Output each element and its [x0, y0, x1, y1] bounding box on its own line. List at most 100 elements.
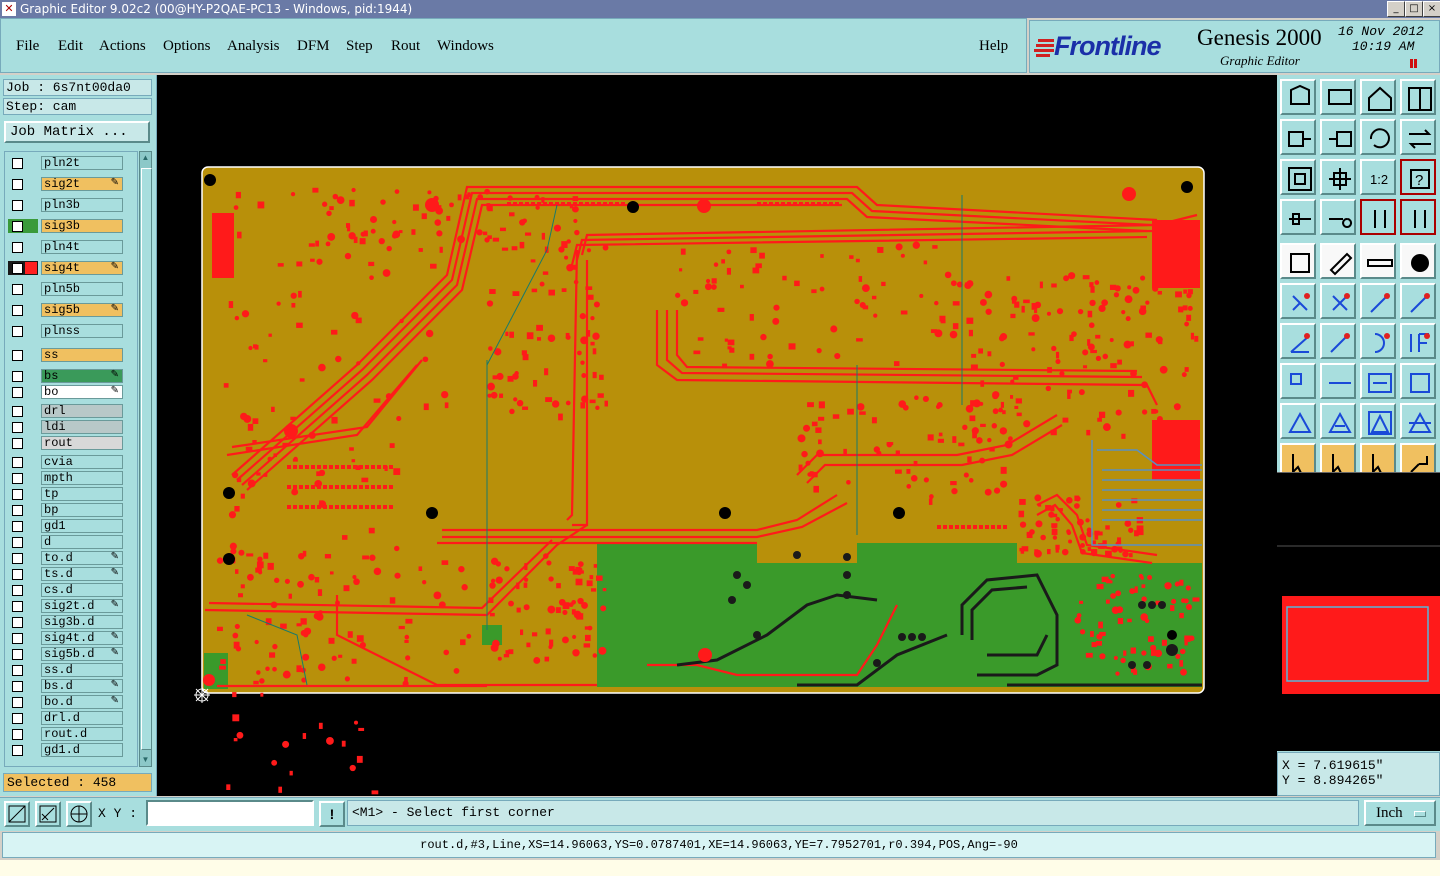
layer-name[interactable]: plnss: [41, 324, 123, 338]
layer-row-rout-d[interactable]: rout.d: [5, 727, 137, 742]
layer-row-sig5b-d[interactable]: sig5b.d ✎: [5, 647, 137, 662]
connect-tool-button[interactable]: [1280, 283, 1316, 319]
overview-minimap[interactable]: [1277, 472, 1440, 751]
layer-name[interactable]: sig5b.d ✎: [41, 647, 123, 661]
layer-visibility-checkbox[interactable]: [12, 713, 23, 724]
layer-row-bs[interactable]: bs ✎: [5, 369, 137, 384]
job-matrix-button[interactable]: Job Matrix ...: [4, 121, 150, 143]
layer-visibility-checkbox[interactable]: [12, 284, 23, 295]
layer-row-sig2t-d[interactable]: sig2t.d ✎: [5, 599, 137, 614]
layer-row-drl[interactable]: drl: [5, 404, 137, 419]
triangle-tool-button[interactable]: [1280, 403, 1316, 439]
scroll-up-icon[interactable]: ▲: [140, 152, 151, 164]
menu-windows[interactable]: Windows: [437, 38, 494, 55]
zoom-home-tool-button[interactable]: [1280, 79, 1316, 115]
text-a-cross-tool-button[interactable]: [1400, 403, 1436, 439]
layer-visibility-checkbox[interactable]: [12, 745, 23, 756]
pcb-board-view[interactable]: [157, 75, 1277, 796]
measure-tool-button[interactable]: [1280, 199, 1316, 235]
layer-row-mpth[interactable]: mpth: [5, 471, 137, 486]
layer-visibility-checkbox[interactable]: [12, 438, 23, 449]
layer-name[interactable]: bo ✎: [41, 385, 123, 399]
layer-row-sig2t[interactable]: sig2t ✎: [5, 177, 137, 192]
pan-right-tool-button[interactable]: [1320, 119, 1356, 155]
layer-visibility-checkbox[interactable]: [12, 406, 23, 417]
layer-row-ts-d[interactable]: ts.d ✎: [5, 567, 137, 582]
menu-help[interactable]: Help: [979, 38, 1008, 55]
layer-visibility-checkbox[interactable]: [12, 617, 23, 628]
maximize-button[interactable]: □: [1405, 1, 1423, 17]
layer-visibility-checkbox[interactable]: [12, 179, 23, 190]
layer-name[interactable]: sig4t.d ✎: [41, 631, 123, 645]
layer-visibility-checkbox[interactable]: [12, 665, 23, 676]
layer-name[interactable]: mpth: [41, 471, 123, 485]
layer-name[interactable]: sig3b: [41, 219, 123, 233]
menu-edit[interactable]: Edit: [58, 38, 83, 55]
units-dropdown[interactable]: Inch: [1364, 800, 1436, 826]
layer-name[interactable]: drl.d: [41, 711, 123, 725]
zoom-window-tool-button[interactable]: [1280, 159, 1316, 195]
layer-name[interactable]: sig5b ✎: [41, 303, 123, 317]
layer-name[interactable]: bo.d ✎: [41, 695, 123, 709]
layer-visibility-checkbox[interactable]: [12, 371, 23, 382]
menu-rout[interactable]: Rout: [391, 38, 420, 55]
split-view-tool-button[interactable]: [1400, 79, 1436, 115]
minimize-button[interactable]: _: [1387, 1, 1405, 17]
layer-name[interactable]: ss: [41, 348, 123, 362]
pad-tool-button[interactable]: [1280, 243, 1316, 279]
scroll-down-icon[interactable]: ▼: [140, 754, 151, 766]
layer-visibility-checkbox[interactable]: [12, 200, 23, 211]
xy-input[interactable]: [146, 800, 314, 826]
layer-row-sig3b-d[interactable]: sig3b.d: [5, 615, 137, 630]
layer-row-bo-d[interactable]: bo.d ✎: [5, 695, 137, 710]
menu-actions[interactable]: Actions: [99, 38, 146, 55]
layer-visibility-checkbox[interactable]: [12, 489, 23, 500]
layer-row-plnss[interactable]: plnss: [5, 324, 137, 339]
snap-tool-button[interactable]: [1320, 199, 1356, 235]
layer-name[interactable]: bs.d ✎: [41, 679, 123, 693]
undo-view-tool-button[interactable]: [1360, 119, 1396, 155]
scale-1-2-tool-button[interactable]: 1:2: [1360, 159, 1396, 195]
diagonal-select-button[interactable]: [35, 801, 61, 827]
layer-visibility-checkbox[interactable]: [12, 263, 23, 274]
layer-name[interactable]: sig4t ✎: [41, 261, 123, 275]
layer-visibility-checkbox[interactable]: [12, 521, 23, 532]
pause-icon[interactable]: [1409, 59, 1418, 68]
group-tool-button[interactable]: [1400, 363, 1436, 399]
layer-down-tool-button[interactable]: [1400, 199, 1436, 235]
layer-name[interactable]: bp: [41, 503, 123, 517]
layer-visibility-checkbox[interactable]: [12, 697, 23, 708]
layer-name[interactable]: pln4t: [41, 240, 123, 254]
layer-visibility-checkbox[interactable]: [12, 553, 23, 564]
menu-dfm[interactable]: DFM: [297, 38, 330, 55]
graphic-canvas[interactable]: [157, 75, 1277, 796]
text-a-frame-tool-button[interactable]: [1360, 403, 1396, 439]
line-tool-button[interactable]: [1320, 243, 1356, 279]
layer-row-cs-d[interactable]: cs.d: [5, 583, 137, 598]
layer-up-tool-button[interactable]: [1360, 199, 1396, 235]
arc-tool-button[interactable]: [1360, 323, 1396, 359]
layer-name[interactable]: ss.d: [41, 663, 123, 677]
menu-file[interactable]: File: [16, 38, 39, 55]
layer-name[interactable]: cvia: [41, 455, 123, 469]
draw-line-tool-button[interactable]: [1280, 323, 1316, 359]
flip-tool-button[interactable]: [1400, 323, 1436, 359]
layer-row-bs-d[interactable]: bs.d ✎: [5, 679, 137, 694]
layer-visibility-checkbox[interactable]: [12, 326, 23, 337]
layer-visibility-checkbox[interactable]: [12, 387, 23, 398]
layer-visibility-checkbox[interactable]: [12, 729, 23, 740]
layer-name[interactable]: pln3b: [41, 198, 123, 212]
layer-row-to-d[interactable]: to.d ✎: [5, 551, 137, 566]
layer-name[interactable]: sig3b.d: [41, 615, 123, 629]
move-pad-tool-button[interactable]: [1400, 283, 1436, 319]
layer-row-sig4t-d[interactable]: sig4t.d ✎: [5, 631, 137, 646]
home-tool-button[interactable]: [1360, 79, 1396, 115]
layer-name[interactable]: cs.d: [41, 583, 123, 597]
layer-row-ss-d[interactable]: ss.d: [5, 663, 137, 678]
layer-row-drl-d[interactable]: drl.d: [5, 711, 137, 726]
window-title-bar[interactable]: ✕ Graphic Editor 9.02c2 (00@HY-P2QAE-PC1…: [0, 0, 1440, 18]
layer-name[interactable]: rout: [41, 436, 123, 450]
layer-name[interactable]: ldi: [41, 420, 123, 434]
layer-name[interactable]: pln2t: [41, 156, 123, 170]
layer-visibility-checkbox[interactable]: [12, 569, 23, 580]
